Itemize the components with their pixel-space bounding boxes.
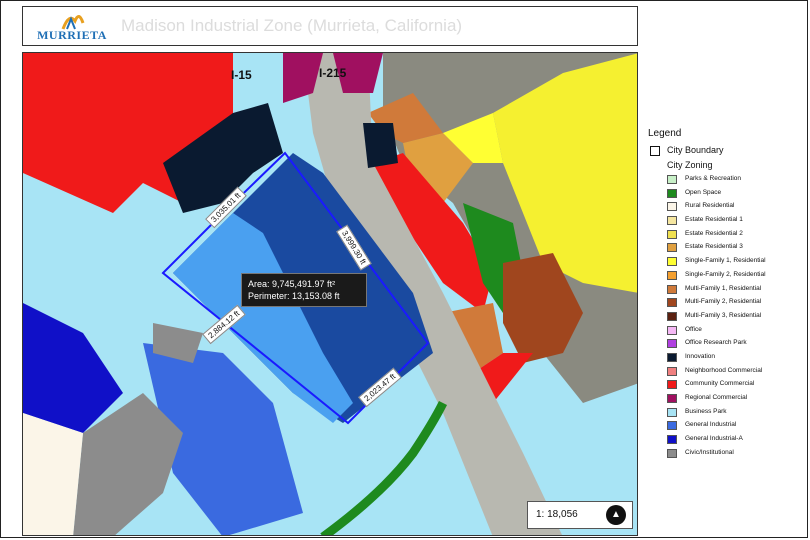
legend-swatch (667, 339, 677, 349)
legend-label: Neighborhood Commercial (685, 366, 763, 374)
legend-label: Rural Residential (685, 202, 735, 210)
legend-swatch (667, 298, 677, 308)
legend-swatch (667, 380, 677, 390)
legend-swatch (667, 243, 677, 253)
legend-item: Regional Commercial (648, 393, 806, 407)
logo-text: MURRIETA (37, 28, 107, 42)
legend-label: Estate Residential 1 (685, 216, 743, 224)
legend-item: General Industrial (648, 420, 806, 434)
legend-label: Single-Family 2, Residential (685, 270, 766, 278)
legend-item: Innovation (648, 352, 806, 366)
legend-label: Parks & Recreation (685, 175, 741, 182)
legend-label: Innovation (685, 352, 715, 360)
map-view[interactable]: I-15 I-215 3,035.01 ft 3,999.30 ft 2,884… (22, 52, 638, 536)
legend-items: Parks & Recreation Open Space Rural Reside… (648, 174, 806, 461)
scale-text: 1: 18,056 (536, 509, 578, 520)
legend-label: Office Research Park (685, 339, 747, 347)
measurement-tooltip: Area: 9,745,491.97 ft² Perimeter: 13,153… (241, 273, 367, 307)
legend-item: Business Park (648, 407, 806, 421)
legend-label: General Industrial-A (685, 435, 743, 443)
legend-item: General Industrial-A (648, 434, 806, 448)
zone-innovation-east (363, 123, 398, 168)
legend-panel: Legend City Boundary City Zoning Parks &… (648, 128, 806, 461)
road-label-i15: I-15 (231, 68, 252, 82)
legend-item: Single-Family 2, Residential (648, 270, 806, 284)
legend-swatch (667, 270, 677, 280)
north-arrow-icon[interactable]: ▲ (606, 505, 626, 525)
map-title: Madison Industrial Zone (Murrieta, Calif… (121, 16, 463, 35)
scale-bar: 1: 18,056 ▲ (527, 501, 633, 529)
measurement-area: Area: 9,745,491.97 ft² (248, 279, 336, 289)
legend-item: Multi-Family 3, Residential (648, 311, 806, 325)
legend-item: Rural Residential (648, 201, 806, 215)
legend-label: Multi-Family 3, Residential (685, 311, 762, 319)
legend-item: Estate Residential 3 (648, 242, 806, 256)
legend-label: Community Commercial (685, 380, 755, 388)
legend-swatch (667, 325, 677, 335)
legend-label: Regional Commercial (685, 394, 748, 401)
legend-label: Open Space (685, 188, 722, 196)
legend-item: Estate Residential 2 (648, 229, 806, 243)
measurement-perimeter: Perimeter: 13,153.08 ft (248, 291, 340, 301)
legend-item: Civic/Institutional (648, 448, 806, 462)
legend-item: Parks & Recreation (648, 174, 806, 188)
legend-label: Multi-Family 1, Residential (685, 284, 762, 292)
legend-item: Community Commercial (648, 379, 806, 393)
legend-item: Multi-Family 2, Residential (648, 297, 806, 311)
legend-item: Neighborhood Commercial (648, 366, 806, 380)
legend-title: Legend (648, 128, 682, 139)
legend-city-boundary: City Boundary (648, 145, 806, 159)
legend-label: General Industrial (685, 421, 737, 429)
legend-swatch (667, 175, 677, 184)
legend-label: Multi-Family 2, Residential (685, 298, 762, 306)
legend-swatch (667, 311, 677, 321)
legend-zoning-label: City Zoning (667, 160, 713, 170)
legend-swatch (667, 435, 677, 445)
legend-swatch (667, 188, 677, 198)
legend-label: Estate Residential 3 (685, 243, 743, 251)
legend-swatch (667, 284, 677, 294)
legend-item: Multi-Family 1, Residential (648, 284, 806, 298)
road-label-i215: I-215 (319, 66, 347, 80)
legend-item: Single-Family 1, Residential (648, 256, 806, 270)
legend-item: Estate Residential 1 (648, 215, 806, 229)
murrieta-logo: MURRIETA (33, 11, 111, 43)
legend-swatch (667, 257, 677, 267)
legend-swatch (667, 202, 677, 212)
legend-swatch (667, 229, 677, 239)
legend-label: Single-Family 1, Residential (685, 257, 766, 265)
legend-swatch (667, 407, 677, 417)
legend-label: Estate Residential 2 (685, 229, 743, 237)
legend-swatch (667, 394, 677, 403)
legend-swatch (667, 216, 677, 226)
legend-swatch (667, 421, 677, 431)
legend-swatch (667, 366, 677, 376)
legend-item: Office (648, 325, 806, 339)
legend-item: Open Space (648, 188, 806, 202)
legend-swatch (667, 352, 677, 362)
zone-rural-residential (23, 413, 83, 535)
boundary-label: City Boundary (667, 145, 724, 155)
legend-label: Business Park (685, 407, 727, 415)
legend-swatch (667, 448, 677, 458)
legend-label: Office (685, 325, 702, 333)
legend-label: Civic/Institutional (685, 448, 734, 456)
boundary-swatch (650, 146, 660, 156)
legend-item: Office Research Park (648, 338, 806, 352)
map-header: MURRIETA Madison Industrial Zone (Murrie… (22, 6, 638, 46)
